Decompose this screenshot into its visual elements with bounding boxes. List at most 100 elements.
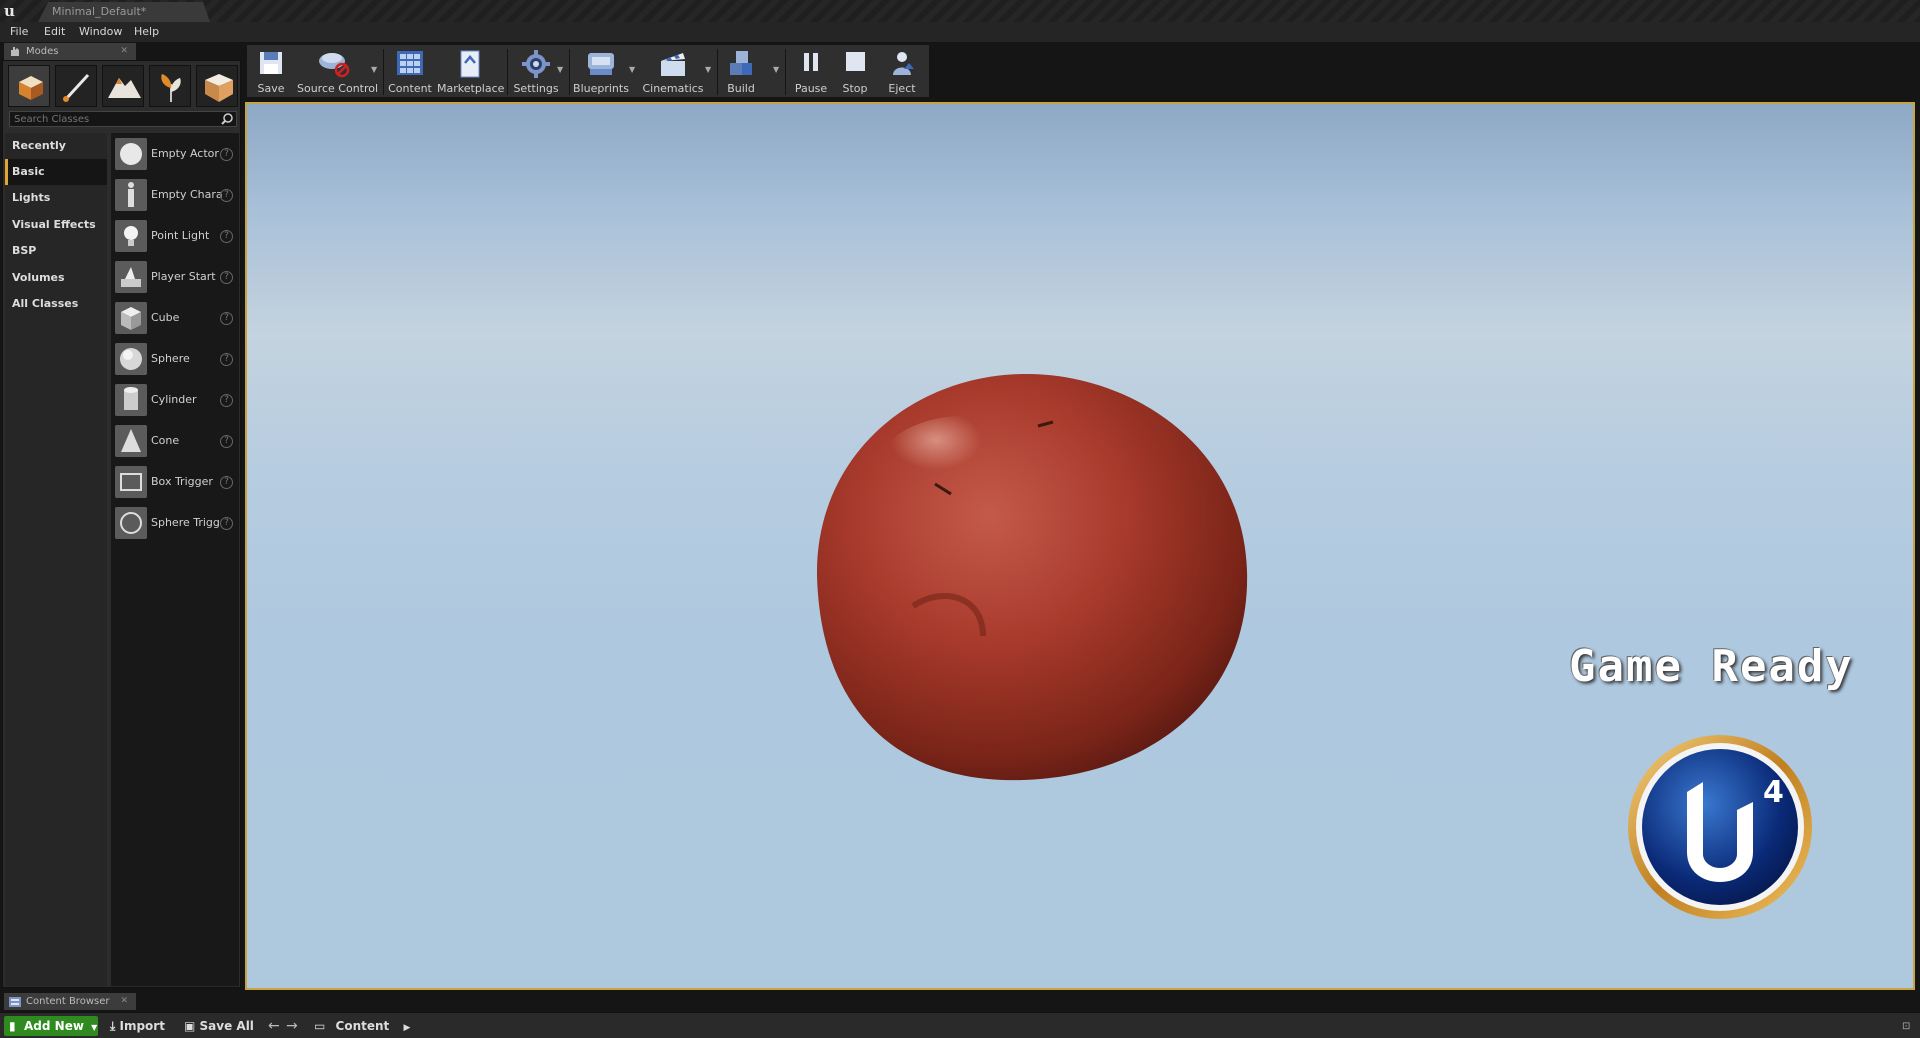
- stop-icon: [846, 52, 865, 71]
- modes-tab-label: Modes: [26, 46, 59, 57]
- list-item[interactable]: Sphere Trigg ?: [111, 503, 239, 543]
- menu-edit[interactable]: Edit: [44, 22, 65, 42]
- document-tab[interactable]: Minimal_Default*: [38, 2, 210, 22]
- level-viewport[interactable]: Game Ready 4: [245, 102, 1915, 990]
- marketplace-button[interactable]: Marketplace: [437, 45, 504, 99]
- chevron-down-icon[interactable]: ▼: [557, 65, 565, 74]
- blueprints-button[interactable]: Blueprints: [573, 45, 629, 99]
- search-classes-input[interactable]: [9, 111, 237, 127]
- separator: [569, 49, 570, 95]
- pause-button[interactable]: Pause: [789, 45, 833, 99]
- stop-button[interactable]: Stop: [835, 45, 875, 99]
- help-icon[interactable]: ?: [220, 476, 233, 489]
- landscape-mode-button[interactable]: [102, 65, 144, 107]
- list-item[interactable]: Player Start ?: [111, 257, 239, 297]
- menu-bar: File Edit Window Help: [0, 22, 1920, 42]
- apple-model[interactable]: [813, 366, 1249, 786]
- chevron-down-icon: ▼: [91, 1023, 98, 1032]
- lock-icon[interactable]: ⊡: [1902, 1021, 1914, 1033]
- close-icon[interactable]: ✕: [120, 43, 128, 60]
- class-label: Empty Actor: [151, 147, 219, 160]
- help-icon[interactable]: ?: [220, 271, 233, 284]
- category-volumes[interactable]: Volumes: [5, 265, 107, 291]
- help-icon[interactable]: ?: [220, 435, 233, 448]
- chevron-down-icon[interactable]: ▼: [773, 65, 781, 74]
- category-visual-effects[interactable]: Visual Effects: [5, 212, 107, 238]
- blueprints-icon: [588, 53, 614, 75]
- content-browser-tab[interactable]: Content Browser ✕: [4, 993, 136, 1010]
- eject-button[interactable]: Eject: [879, 45, 925, 99]
- character-icon: [115, 179, 147, 211]
- list-item[interactable]: Cube ?: [111, 298, 239, 338]
- content-button[interactable]: Content: [387, 45, 433, 99]
- import-button[interactable]: ⤓ Import: [110, 1016, 165, 1036]
- separator: [383, 49, 384, 95]
- title-bar: u Minimal_Default*: [0, 0, 1920, 22]
- category-basic[interactable]: Basic: [5, 159, 107, 185]
- settings-button[interactable]: Settings: [511, 45, 561, 99]
- sphere-trigger-icon: [115, 507, 147, 539]
- help-icon[interactable]: ?: [220, 189, 233, 202]
- class-label: Cone: [151, 434, 180, 447]
- unreal-logo-icon[interactable]: u: [4, 2, 22, 20]
- content-grid-icon: [397, 51, 423, 75]
- category-bsp[interactable]: BSP: [5, 238, 107, 264]
- foliage-icon: [161, 74, 181, 102]
- chevron-down-icon[interactable]: ▼: [371, 65, 379, 74]
- gear-icon: [522, 50, 550, 78]
- menu-window[interactable]: Window: [79, 22, 122, 42]
- category-all-classes[interactable]: All Classes: [5, 291, 107, 317]
- paint-mode-button[interactable]: [55, 65, 97, 107]
- category-recently-placed[interactable]: Recently Placed: [5, 133, 107, 178]
- save-all-button[interactable]: ▣ Save All: [184, 1016, 254, 1036]
- list-item[interactable]: Empty Chara ?: [111, 175, 239, 215]
- class-label: Empty Chara: [151, 188, 223, 201]
- list-item[interactable]: Empty Actor ?: [111, 134, 239, 174]
- cube-icon: [115, 302, 147, 334]
- search-icon[interactable]: [220, 112, 234, 126]
- sphere-icon: [115, 343, 147, 375]
- save-all-icon: ▣: [184, 1019, 196, 1033]
- menu-help[interactable]: Help: [134, 22, 159, 42]
- box-trigger-icon: [115, 466, 147, 498]
- save-button[interactable]: Save: [249, 45, 293, 99]
- chevron-down-icon[interactable]: ▼: [629, 65, 637, 74]
- separator: [785, 49, 786, 95]
- class-label: Sphere: [151, 352, 190, 365]
- hand-icon: [11, 47, 19, 56]
- list-item[interactable]: Point Light ?: [111, 216, 239, 256]
- help-icon[interactable]: ?: [220, 230, 233, 243]
- pause-icon: [804, 53, 818, 71]
- modes-tab[interactable]: Modes ✕: [4, 43, 136, 60]
- help-icon[interactable]: ?: [220, 312, 233, 325]
- help-icon[interactable]: ?: [220, 394, 233, 407]
- help-icon[interactable]: ?: [220, 353, 233, 366]
- source-control-button[interactable]: Source Control: [297, 45, 378, 99]
- build-button[interactable]: Build: [721, 45, 761, 99]
- cinematics-button[interactable]: Cinematics: [641, 45, 705, 99]
- list-item[interactable]: Box Trigger ?: [111, 462, 239, 502]
- add-new-button[interactable]: ▮ Add New ▼: [4, 1016, 98, 1036]
- modes-panel: Recently Placed Basic Lights Visual Effe…: [2, 60, 241, 988]
- place-mode-button[interactable]: [8, 65, 50, 107]
- marketplace-icon: [460, 50, 480, 78]
- breadcrumb[interactable]: ▭ Content ▶: [314, 1016, 410, 1036]
- menu-file[interactable]: File: [10, 22, 28, 42]
- category-lights[interactable]: Lights: [5, 185, 107, 211]
- geometry-mode-button[interactable]: [196, 65, 238, 107]
- badge-number: 4: [1763, 775, 1784, 810]
- cylinder-icon: [115, 384, 147, 416]
- chevron-down-icon[interactable]: ▼: [705, 65, 713, 74]
- foliage-mode-button[interactable]: [149, 65, 191, 107]
- forward-arrow-icon[interactable]: →: [286, 1016, 298, 1036]
- list-item[interactable]: Cone ?: [111, 421, 239, 461]
- save-icon: [260, 52, 282, 74]
- back-arrow-icon[interactable]: ←: [268, 1016, 280, 1036]
- help-icon[interactable]: ?: [220, 148, 233, 161]
- list-item[interactable]: Sphere ?: [111, 339, 239, 379]
- folder-icon: ▭: [314, 1019, 326, 1033]
- chevron-right-icon[interactable]: ▶: [403, 1023, 410, 1033]
- close-icon[interactable]: ✕: [120, 993, 128, 1010]
- help-icon[interactable]: ?: [220, 517, 233, 530]
- list-item[interactable]: Cylinder ?: [111, 380, 239, 420]
